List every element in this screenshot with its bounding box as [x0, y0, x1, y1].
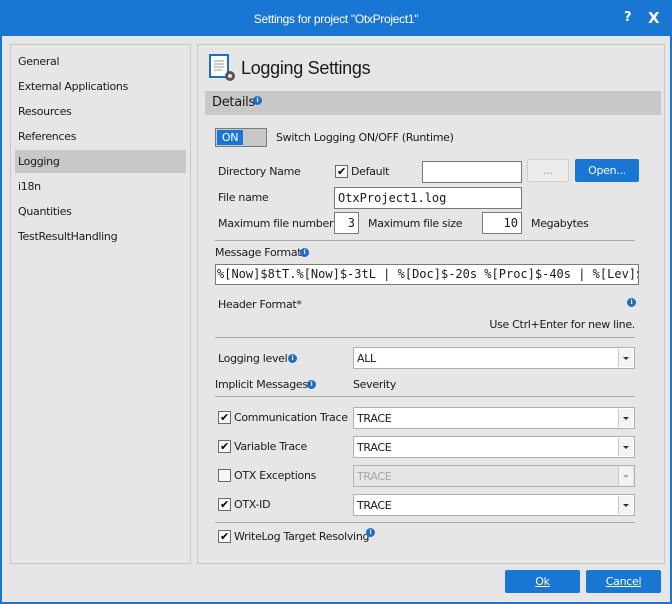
- file-name-input[interactable]: OtxProject1.log: [334, 187, 522, 209]
- selected-value: ALL: [357, 352, 376, 365]
- max-file-number-label: Maximum file number: [218, 217, 334, 230]
- window-title: Settings for project "OtxProject1": [253, 12, 419, 26]
- sidebar-item-testresulthandling[interactable]: TestResultHandling: [18, 226, 118, 248]
- selected-value: TRACE: [357, 441, 392, 454]
- divider: [215, 396, 635, 397]
- info-icon[interactable]: i: [300, 248, 309, 257]
- selected-value: TRACE: [357, 499, 392, 512]
- details-header: [205, 91, 661, 115]
- divider: [215, 522, 635, 523]
- logging-settings-icon: [208, 54, 238, 84]
- divider: [215, 240, 635, 241]
- title-bar: Settings for project "OtxProject1" ? X: [0, 0, 672, 36]
- communication-trace-select[interactable]: TRACE: [353, 407, 635, 429]
- communication-trace-label: Communication Trace: [234, 411, 348, 424]
- otx-exceptions-label: OTX Exceptions: [234, 469, 317, 482]
- sidebar-item-resources[interactable]: Resources: [18, 101, 72, 123]
- chevron-down-icon: [618, 467, 633, 485]
- logging-level-label: Logging level: [218, 352, 288, 365]
- sidebar-item-external-applications[interactable]: External Applications: [18, 76, 128, 98]
- message-format-input[interactable]: %[Now]$8tT.%[Now]$-3tL | %[Doc]$-20s %[P…: [215, 264, 639, 285]
- message-format-label: Message Format: [215, 246, 302, 259]
- details-title: Details: [212, 95, 255, 110]
- otx-exceptions-select: TRACE: [353, 465, 635, 487]
- info-icon[interactable]: i: [366, 528, 375, 537]
- max-file-number-input[interactable]: 3: [334, 212, 359, 234]
- chevron-down-icon[interactable]: [618, 438, 633, 456]
- header-format-label: Header Format*: [218, 298, 302, 311]
- sidebar-item-logging[interactable]: Logging: [18, 151, 60, 173]
- implicit-messages-label: Implicit Messages: [215, 378, 308, 391]
- otx-exceptions-checkbox[interactable]: [218, 469, 231, 482]
- chevron-down-icon[interactable]: [618, 349, 633, 367]
- severity-label: Severity: [353, 378, 397, 391]
- sidebar-item-general[interactable]: General: [18, 51, 60, 73]
- info-icon[interactable]: i: [288, 354, 297, 363]
- variable-trace-checkbox[interactable]: ✔: [218, 440, 231, 453]
- info-icon[interactable]: i: [307, 380, 316, 389]
- toggle-label: Switch Logging ON/OFF (Runtime): [276, 131, 454, 144]
- divider: [215, 337, 635, 338]
- close-button[interactable]: X: [648, 9, 660, 27]
- sidebar-item-quantities[interactable]: Quantities: [18, 201, 72, 223]
- otx-id-select[interactable]: TRACE: [353, 494, 635, 516]
- info-icon[interactable]: i: [627, 298, 636, 307]
- otx-id-checkbox[interactable]: ✔: [218, 498, 231, 511]
- otx-id-label: OTX-ID: [234, 498, 271, 511]
- ok-button[interactable]: Ok: [505, 570, 580, 593]
- megabytes-label: Megabytes: [531, 217, 589, 230]
- communication-trace-checkbox[interactable]: ✔: [218, 411, 231, 424]
- default-checkbox[interactable]: ✔: [335, 165, 348, 178]
- sidebar-item-references[interactable]: References: [18, 126, 76, 148]
- max-file-size-label: Maximum file size: [368, 217, 463, 230]
- toggle-state: ON: [217, 130, 243, 145]
- directory-label: Directory Name: [218, 165, 301, 178]
- selected-value: TRACE: [357, 412, 392, 425]
- page-title: Logging Settings: [241, 58, 371, 78]
- selected-value: TRACE: [357, 470, 392, 483]
- variable-trace-label: Variable Trace: [234, 440, 308, 453]
- writelog-label: WriteLog Target Resolving: [234, 530, 370, 543]
- cancel-button[interactable]: Cancel: [586, 570, 661, 593]
- sidebar-item-i18n[interactable]: i18n: [18, 176, 41, 198]
- max-file-size-input[interactable]: 10: [482, 212, 522, 234]
- writelog-checkbox[interactable]: ✔: [218, 530, 231, 543]
- default-label: Default: [351, 165, 390, 178]
- logging-level-select[interactable]: ALL: [353, 347, 635, 369]
- directory-input[interactable]: [422, 161, 522, 183]
- header-format-hint: Use Ctrl+Enter for new line.: [489, 318, 635, 331]
- open-button[interactable]: Open...: [575, 159, 639, 182]
- info-icon[interactable]: i: [253, 96, 262, 105]
- chevron-down-icon[interactable]: [618, 496, 633, 514]
- variable-trace-select[interactable]: TRACE: [353, 436, 635, 458]
- chevron-down-icon[interactable]: [618, 409, 633, 427]
- browse-button[interactable]: ...: [527, 159, 569, 182]
- file-name-label: File name: [218, 191, 269, 204]
- help-button[interactable]: ?: [624, 10, 632, 25]
- logging-toggle[interactable]: ON: [215, 128, 267, 147]
